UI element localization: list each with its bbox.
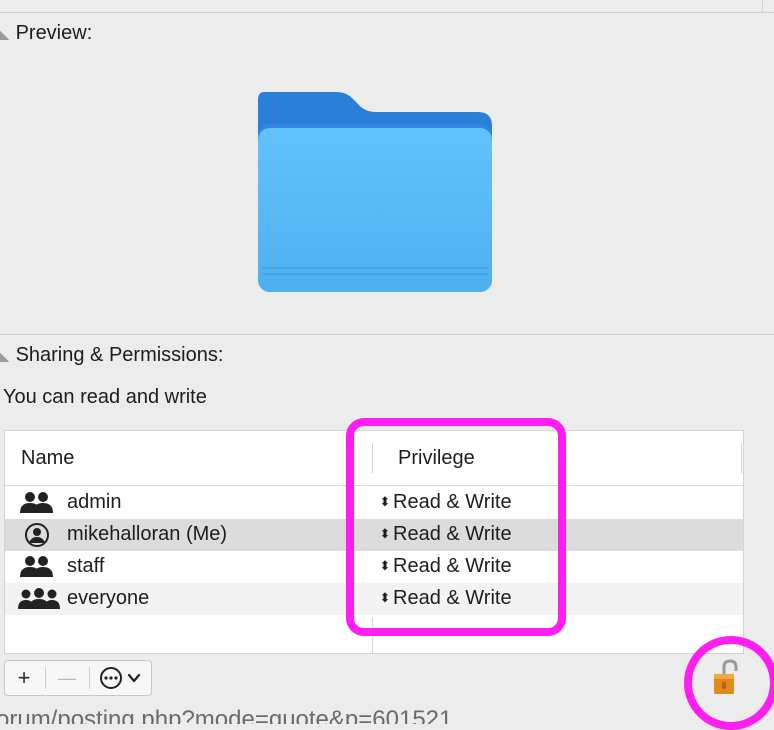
- add-user-button[interactable]: +: [5, 661, 43, 695]
- sharing-section-header[interactable]: ◢ Sharing & Permissions:: [0, 344, 223, 367]
- action-menu-button[interactable]: [93, 661, 149, 695]
- background-url: orum/posting.php?mode=quote&p=601521: [0, 706, 453, 724]
- sharing-heading: Sharing & Permissions:: [15, 344, 224, 366]
- top-divider: [0, 12, 774, 13]
- user-name: everyone: [67, 587, 150, 609]
- disclosure-triangle-icon[interactable]: ◢: [0, 30, 13, 40]
- user-name: mikehalloran (Me): [67, 523, 228, 545]
- preview-heading: Preview:: [15, 22, 93, 44]
- toolbar-separator: [45, 667, 46, 689]
- ellipsis-circle-icon: [100, 667, 141, 689]
- permissions-toolbar: + —: [4, 660, 152, 696]
- preview-section-header[interactable]: ◢ Preview:: [0, 22, 92, 45]
- toolbar-separator: [89, 667, 90, 689]
- top-panel-edge: [0, 0, 763, 12]
- permission-summary: You can read and write: [3, 386, 207, 408]
- user-circle-icon: [17, 523, 57, 547]
- remove-user-button[interactable]: —: [47, 661, 87, 695]
- group-icon: [17, 555, 57, 579]
- privilege-column-highlight: [346, 418, 566, 636]
- group-icon: [17, 491, 57, 515]
- user-name: staff: [67, 555, 105, 577]
- disclosure-triangle-icon[interactable]: ◢: [0, 352, 13, 362]
- folder-preview-icon: [256, 92, 494, 292]
- group-large-icon: [17, 587, 60, 611]
- background-url-text: orum/posting.php?mode=quote&p=601521: [0, 702, 774, 724]
- column-header-name[interactable]: Name: [21, 447, 74, 470]
- column-separator: [741, 443, 742, 473]
- user-name: admin: [67, 491, 122, 513]
- section-divider: [0, 334, 774, 335]
